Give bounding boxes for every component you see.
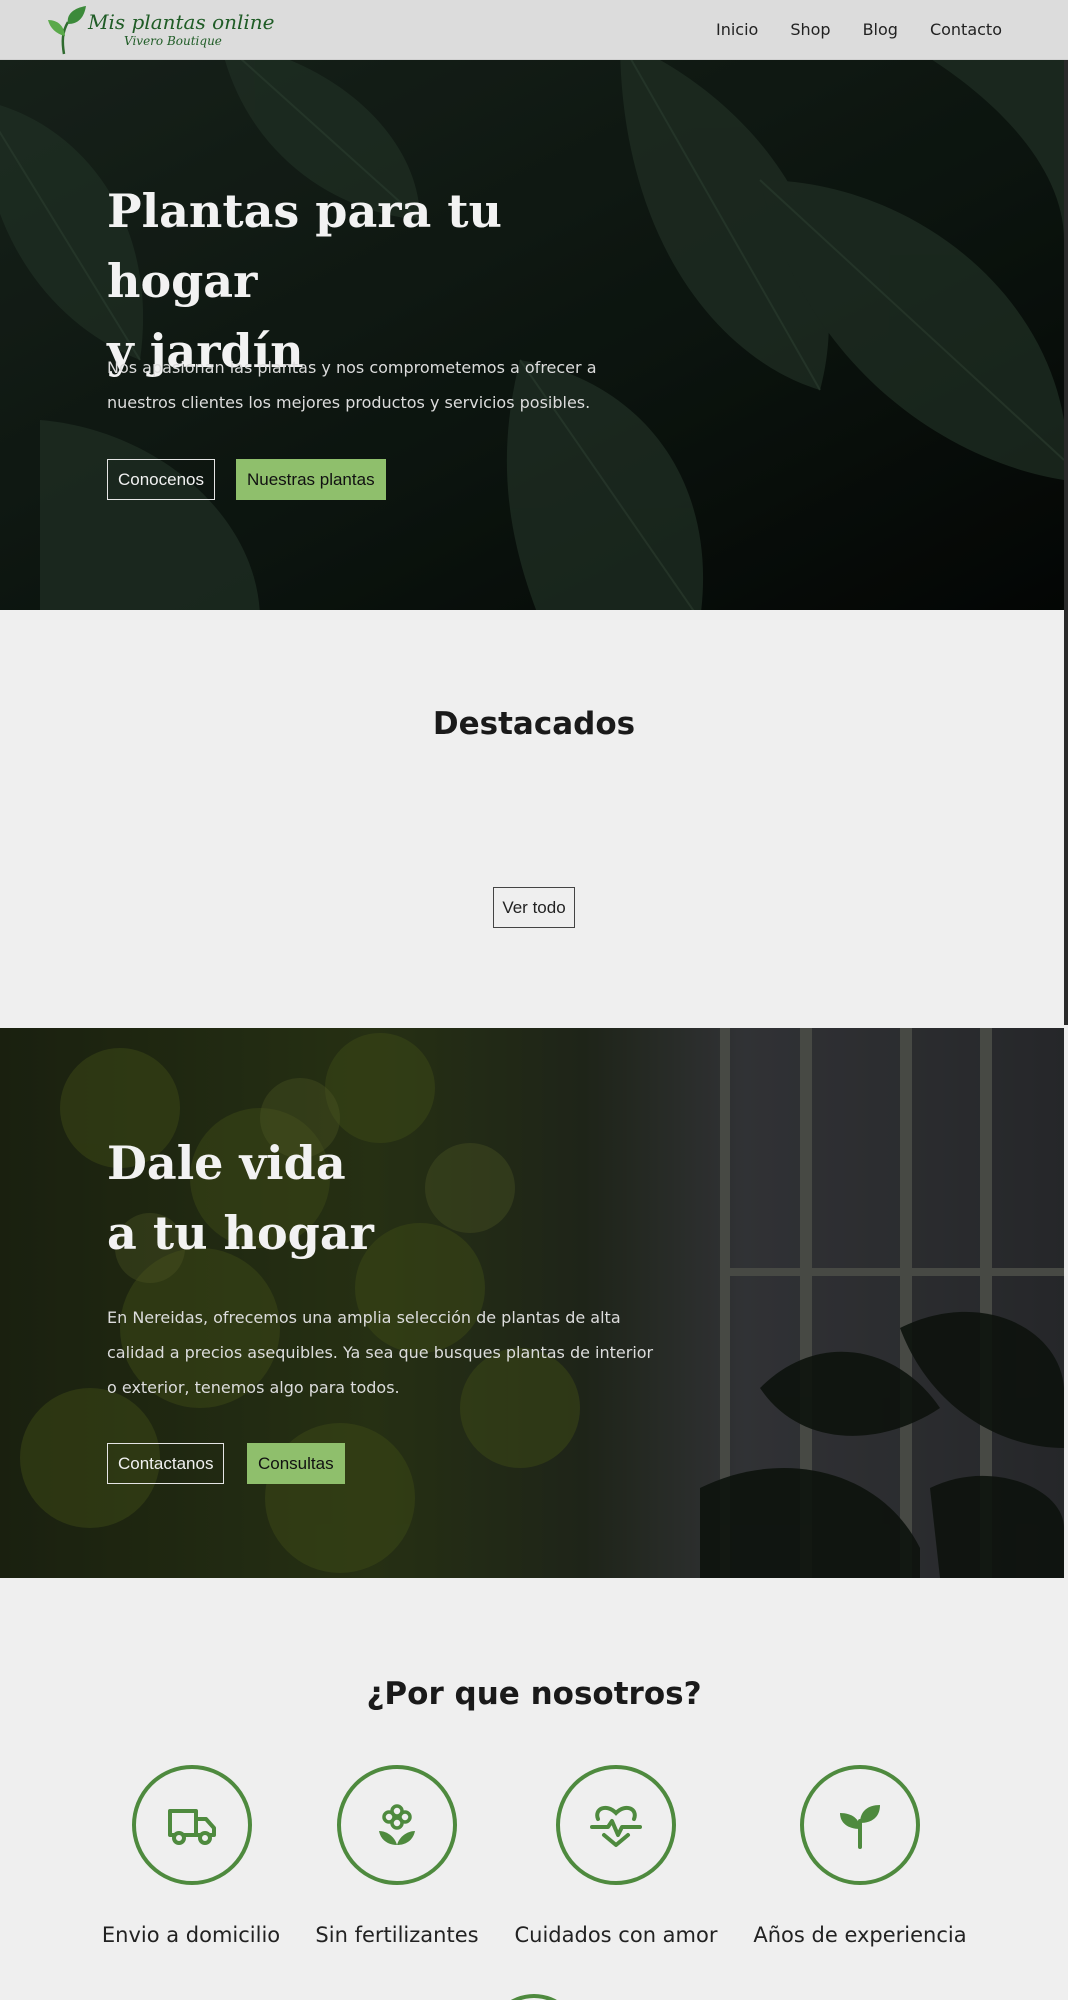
- consultas-button[interactable]: Consultas: [247, 1443, 345, 1484]
- page-scrollbar[interactable]: [1064, 0, 1068, 1025]
- dale-vida-title-line2: a tu hogar: [107, 1206, 374, 1260]
- nav-inicio[interactable]: Inicio: [716, 20, 758, 39]
- logo-subtitle: Vivero Boutique: [124, 34, 222, 48]
- truck-icon: [168, 1809, 216, 1845]
- nav-blog[interactable]: Blog: [863, 20, 898, 39]
- sprout-icon: [840, 1805, 880, 1849]
- nav-shop[interactable]: Shop: [790, 20, 830, 39]
- leaf-logo-icon: [48, 6, 86, 55]
- flower-icon-circle: [337, 1765, 457, 1885]
- heart-pulse-icon-circle: [556, 1765, 676, 1885]
- logo-title: Mis plantas online: [88, 10, 275, 34]
- dale-vida-section: Dale vida a tu hogar En Nereidas, ofrece…: [0, 1028, 1064, 1578]
- site-logo[interactable]: Mis plantas online Vivero Boutique: [46, 4, 276, 56]
- why-us-title: ¿Por que nosotros?: [366, 1676, 702, 1712]
- main-nav: Inicio Shop Blog Contacto: [716, 20, 1002, 39]
- feature-envio-label: Envio a domicilio: [101, 1923, 281, 1947]
- hero-section: Plantas para tu hogar y jardín Nos apasi…: [0, 60, 1064, 610]
- dale-vida-title-line1: Dale vida: [107, 1136, 346, 1190]
- dale-vida-title: Dale vida a tu hogar: [107, 1128, 607, 1268]
- contactanos-button[interactable]: Contactanos: [107, 1443, 225, 1484]
- flower-icon: [379, 1804, 415, 1845]
- conocenos-button[interactable]: Conocenos: [107, 459, 216, 500]
- dale-vida-description: En Nereidas, ofrecemos una amplia selecc…: [107, 1308, 654, 1397]
- ver-todo-button[interactable]: Ver todo: [493, 887, 575, 928]
- feature-experiencia-label: Años de experiencia: [753, 1923, 967, 1947]
- nuestras-plantas-button[interactable]: Nuestras plantas: [236, 459, 386, 500]
- feature-fertilizantes-label: Sin fertilizantes: [315, 1923, 479, 1947]
- feature-cuidados-label: Cuidados con amor: [514, 1923, 718, 1947]
- heart-pulse-icon: [590, 1805, 642, 1847]
- sprout-icon-circle: [800, 1765, 920, 1885]
- next-feature-circle: [487, 1994, 581, 2000]
- hero-description: Nos apasionan las plantas y nos comprome…: [107, 358, 597, 412]
- featured-title: Destacados: [432, 706, 636, 742]
- site-header: Mis plantas online Vivero Boutique Inici…: [0, 0, 1068, 60]
- truck-icon-circle: [132, 1765, 252, 1885]
- nav-contacto[interactable]: Contacto: [930, 20, 1002, 39]
- hero-title-line1: Plantas para tu hogar: [107, 184, 502, 308]
